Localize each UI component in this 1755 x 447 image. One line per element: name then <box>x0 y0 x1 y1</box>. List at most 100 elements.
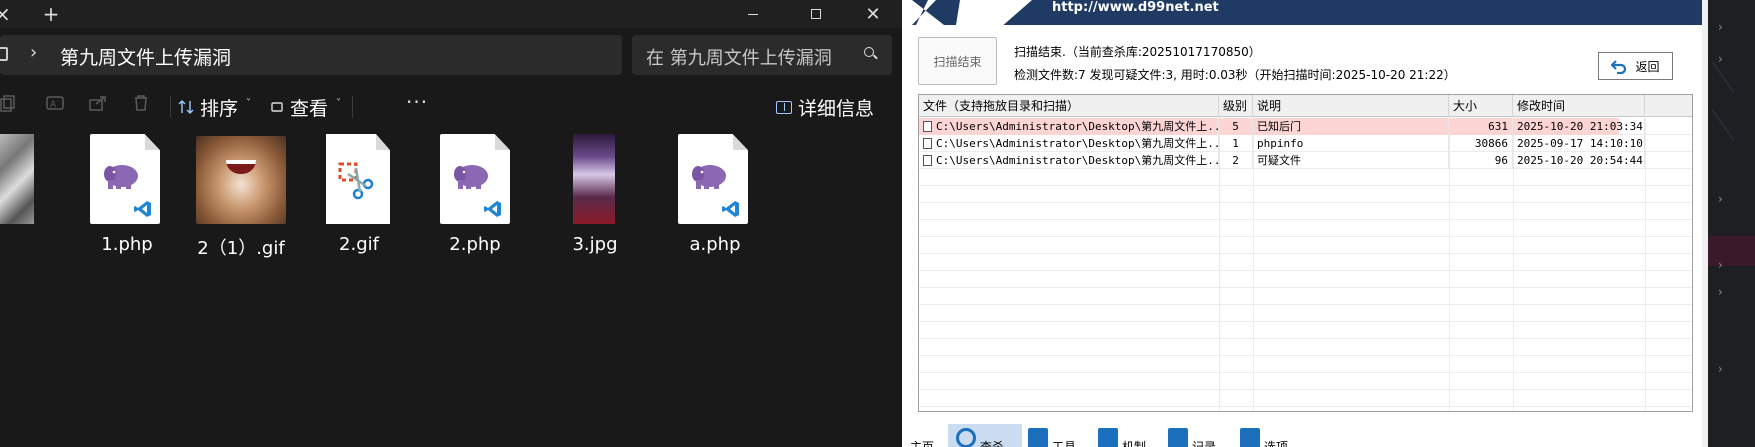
tab-mechanism[interactable]: 机制 <box>1098 424 1160 447</box>
chevron-right-icon[interactable]: › <box>30 42 37 63</box>
view-button[interactable]: 查看 ˅ <box>270 92 341 122</box>
file-item[interactable]: 2.gif <box>304 134 414 264</box>
sort-button[interactable]: 排序 ˅ <box>178 92 251 122</box>
file-name: 1.php <box>101 234 153 255</box>
row-divider <box>919 372 1692 373</box>
cell-mtime: 2025-09-17 14:10:10 <box>1513 135 1645 152</box>
tab-home[interactable]: 主页 <box>910 424 946 447</box>
cell-path: C:\Users\Administrator\Desktop\第九周文件上... <box>919 135 1219 152</box>
maximize-button[interactable] <box>793 0 839 28</box>
bottom-tab-bar: 主页 查杀 工具 机制 记录 选项 <box>902 424 1702 447</box>
scanner-window: http://www.d99net.net 扫描结束 扫描结束.（当前查杀库:2… <box>902 0 1708 447</box>
minimize-icon <box>748 13 758 15</box>
row-divider <box>919 236 1692 237</box>
details-label: 详细信息 <box>798 97 875 120</box>
back-label: 返回 <box>1635 59 1660 74</box>
image-thumbnail <box>0 134 34 224</box>
scanner-banner: http://www.d99net.net <box>902 0 1702 25</box>
scan-summary: 检测文件数:7 发现可疑文件:3, 用时:0.03秒（开始扫描时间:2025-1… <box>1014 68 1456 82</box>
file-explorer-window: × + ✕ › 第九周文件上传漏洞 在 第九周文件上传漏洞 A 排序 ˅ 查看 … <box>0 0 902 447</box>
file-name: 3.jpg <box>572 234 618 255</box>
column-header-description[interactable]: 说明 <box>1253 95 1449 117</box>
search-icon[interactable] <box>864 47 874 57</box>
d-shield-logo-icon <box>902 0 1032 25</box>
background-window-strip: › › › › › › <box>1708 0 1755 447</box>
column-header-file[interactable]: 文件（支持拖放目录和扫描） <box>919 95 1219 117</box>
file-grid: jpg 1.php 2（1）.gif <box>0 128 902 447</box>
file-item[interactable]: jpg <box>0 134 54 264</box>
file-name: jpg <box>0 234 40 255</box>
cell-level: 5 <box>1219 118 1253 135</box>
minimize-button[interactable] <box>730 0 776 28</box>
file-item[interactable]: 2（1）.gif <box>186 134 296 264</box>
chevron-right-icon[interactable]: › <box>1718 285 1723 299</box>
cell-size: 96 <box>1449 152 1513 169</box>
share-icon[interactable] <box>89 94 107 112</box>
scan-icon <box>956 428 976 447</box>
view-label: 查看 <box>290 97 329 120</box>
search-input[interactable]: 在 第九周文件上传漏洞 <box>646 44 856 70</box>
gif-file-icon <box>326 134 390 224</box>
column-header-size[interactable]: 大小 <box>1449 95 1513 117</box>
chevron-right-icon[interactable]: › <box>1718 362 1723 376</box>
chevron-right-icon[interactable]: › <box>1718 192 1723 206</box>
decorative-stripe <box>1711 110 1755 140</box>
file-icon <box>923 121 932 132</box>
breadcrumb-folder[interactable]: 第九周文件上传漏洞 <box>60 43 231 70</box>
cell-path: C:\Users\Administrator\Desktop\第九周文件上... <box>919 152 1219 169</box>
table-header: 文件（支持拖放目录和扫描） 级别 说明 大小 修改时间 <box>919 95 1692 117</box>
rename-icon[interactable]: A <box>46 94 64 112</box>
chevron-right-icon[interactable]: › <box>1718 20 1723 34</box>
row-divider <box>919 185 1692 186</box>
row-divider <box>919 202 1692 203</box>
view-icon <box>271 102 283 112</box>
row-divider <box>919 270 1692 271</box>
table-row[interactable]: C:\Users\Administrator\Desktop\第九周文件上...… <box>919 118 1645 135</box>
tab-options[interactable]: 选项 <box>1240 424 1304 447</box>
file-name: 2.gif <box>339 234 379 255</box>
new-tab-button[interactable]: + <box>40 2 62 26</box>
copy-icon[interactable] <box>0 94 18 112</box>
highlight-row <box>1708 236 1755 266</box>
file-item[interactable]: 2.php <box>420 134 530 264</box>
address-bar[interactable]: › 第九周文件上传漏洞 <box>0 35 622 75</box>
file-item[interactable]: a.php <box>660 134 770 264</box>
more-options-button[interactable]: ··· <box>406 90 428 114</box>
chevron-right-icon[interactable]: › <box>1718 258 1723 272</box>
details-pane-button[interactable]: 详细信息 <box>776 92 874 122</box>
search-box[interactable]: 在 第九周文件上传漏洞 <box>632 35 892 75</box>
tab-tools[interactable]: 工具 <box>1028 424 1090 447</box>
row-divider <box>919 355 1692 356</box>
tools-icon <box>1028 428 1048 447</box>
column-header-mtime[interactable]: 修改时间 <box>1513 95 1645 117</box>
screen: × + ✕ › 第九周文件上传漏洞 在 第九周文件上传漏洞 A 排序 ˅ 查看 … <box>0 0 1755 447</box>
chevron-down-icon: ˅ <box>246 97 252 109</box>
scan-button[interactable]: 扫描结束 <box>918 37 997 85</box>
file-item[interactable]: 1.php <box>72 134 182 264</box>
tab-scan[interactable]: 查杀 <box>948 424 1022 447</box>
sort-label: 排序 <box>200 97 239 120</box>
image-thumbnail <box>573 134 615 224</box>
svg-text:A: A <box>50 100 57 110</box>
cell-description: phpinfo <box>1253 135 1449 152</box>
row-divider <box>919 389 1692 390</box>
banner-url[interactable]: http://www.d99net.net <box>1052 0 1219 16</box>
delete-icon[interactable] <box>132 94 150 112</box>
file-icon <box>923 138 932 149</box>
back-button[interactable]: 返回 <box>1598 52 1673 80</box>
file-icon <box>923 155 932 166</box>
decorative-stripe <box>1711 62 1755 92</box>
table-row[interactable]: C:\Users\Administrator\Desktop\第九周文件上...… <box>919 152 1645 169</box>
row-divider <box>919 338 1692 339</box>
results-table: 文件（支持拖放目录和扫描） 级别 说明 大小 修改时间 C:\Users\Adm… <box>918 94 1693 412</box>
tab-records[interactable]: 记录 <box>1168 424 1232 447</box>
close-window-button[interactable]: ✕ <box>850 0 896 28</box>
file-name: a.php <box>689 234 741 255</box>
toolbar-divider <box>170 96 171 118</box>
close-tab-icon[interactable]: × <box>0 2 16 26</box>
column-header-level[interactable]: 级别 <box>1219 95 1253 117</box>
cell-size: 30866 <box>1449 135 1513 152</box>
cell-level: 2 <box>1219 152 1253 169</box>
file-item[interactable]: 3.jpg <box>540 134 650 264</box>
table-row[interactable]: C:\Users\Administrator\Desktop\第九周文件上...… <box>919 135 1645 152</box>
